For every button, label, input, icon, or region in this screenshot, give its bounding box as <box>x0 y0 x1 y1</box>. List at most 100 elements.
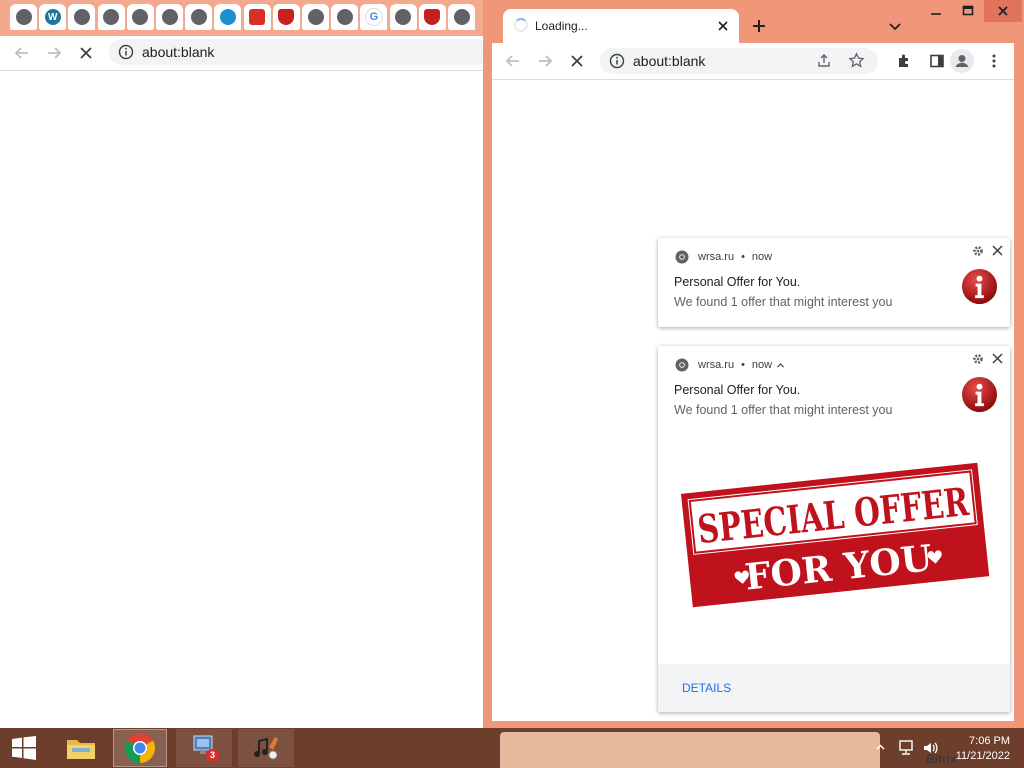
tab-7[interactable] <box>180 4 213 32</box>
special-offer-stamp: SPECIAL OFFER FOR YOU <box>680 462 990 608</box>
tab-4[interactable] <box>92 4 125 32</box>
start-button[interactable] <box>4 729 44 767</box>
tray-clock[interactable]: 7:06 PM 11/21/2022 <box>956 734 1010 764</box>
tab-8[interactable] <box>209 4 242 32</box>
close-icon[interactable] <box>991 244 1004 257</box>
notification-count-badge: 3 <box>206 749 219 762</box>
separator-dot: • <box>741 251 745 263</box>
clock-time: 7:06 PM <box>969 735 1010 747</box>
extensions-icon[interactable] <box>897 53 913 69</box>
gear-icon[interactable] <box>972 245 984 257</box>
info-badge-icon <box>961 268 998 305</box>
forward-arrow-icon <box>48 47 62 59</box>
address-bar[interactable]: about:blank <box>109 39 483 65</box>
forward-button[interactable] <box>534 50 556 72</box>
info-icon <box>609 53 625 69</box>
globe-icon <box>336 9 353 25</box>
notification-origin: wrsa.ru <box>698 251 735 263</box>
globe-icon <box>73 9 90 25</box>
notification-actions: DETAILS <box>658 664 1010 712</box>
address-bar-url: about:blank <box>142 44 215 60</box>
bird-icon <box>219 9 236 25</box>
notification-card-2[interactable]: wrsa.ru • now Personal Offer for You. We… <box>658 346 1010 712</box>
close-icon <box>998 6 1008 16</box>
chrome-icon <box>675 358 689 372</box>
separator-dot: • <box>741 359 745 371</box>
tab-3[interactable] <box>63 4 96 32</box>
tab-6[interactable] <box>151 4 183 32</box>
stop-x-icon <box>571 55 583 67</box>
tab-loading[interactable]: Loading... <box>503 9 739 43</box>
tab-search-button[interactable] <box>887 18 903 34</box>
chevron-down-icon <box>889 23 901 31</box>
globe-icon <box>453 9 470 25</box>
maximize-icon <box>962 5 974 16</box>
tab-10[interactable] <box>267 4 300 32</box>
stop-button[interactable] <box>75 42 97 64</box>
globe-icon <box>132 9 149 25</box>
notification-time: now <box>751 251 773 263</box>
profile-avatar-button[interactable] <box>950 49 974 73</box>
music-note-icon <box>254 737 278 760</box>
notification-title: Personal Offer for You. <box>674 275 801 289</box>
folder-icon <box>67 740 95 759</box>
tab-1[interactable] <box>5 4 37 32</box>
forward-button[interactable] <box>43 42 65 64</box>
notification-title: Personal Offer for You. <box>674 383 801 397</box>
tab-close-icon[interactable] <box>715 18 731 34</box>
tray-expand-icon[interactable] <box>876 743 885 752</box>
notification-message: We found 1 offer that might interest you <box>674 403 893 417</box>
address-bar[interactable]: about:blank <box>600 48 878 74</box>
chevron-up-icon[interactable] <box>776 361 785 370</box>
globe-icon <box>395 9 412 25</box>
tab-11[interactable] <box>297 4 329 32</box>
star-icon[interactable] <box>848 52 865 69</box>
minimize-button[interactable] <box>920 0 952 22</box>
side-panel-icon[interactable] <box>929 53 945 69</box>
new-tab-button[interactable] <box>749 16 769 36</box>
minimize-icon <box>931 13 941 15</box>
notification-origin: wrsa.ru <box>698 359 735 371</box>
back-arrow-icon <box>505 55 519 67</box>
file-explorer-button[interactable] <box>54 729 108 767</box>
chrome-logo-icon <box>124 733 156 763</box>
tab-2[interactable]: W <box>34 4 67 32</box>
close-icon[interactable] <box>991 352 1004 365</box>
stop-button[interactable] <box>566 50 588 72</box>
globe-icon <box>307 9 324 25</box>
tab-13[interactable]: G <box>355 4 388 32</box>
tab-12[interactable] <box>326 4 359 32</box>
chrome-taskbar-button[interactable] <box>113 729 167 767</box>
details-button[interactable]: DETAILS <box>682 681 731 695</box>
tab-16[interactable] <box>443 4 475 32</box>
globe-icon <box>190 9 207 25</box>
globe-icon <box>15 9 32 25</box>
plus-icon <box>753 20 765 32</box>
loading-spinner-icon <box>514 18 528 32</box>
maximize-button[interactable] <box>952 0 984 22</box>
share-icon[interactable] <box>816 53 832 69</box>
shield-icon <box>424 9 441 25</box>
network-app-button[interactable]: 3 <box>176 729 232 767</box>
tab-9[interactable] <box>238 4 271 32</box>
left-browser-window: W G about:blank <box>0 0 483 728</box>
media-app-button[interactable] <box>238 729 294 767</box>
bitrix-tray-label: Bitrix <box>926 752 957 766</box>
back-button[interactable] <box>11 42 33 64</box>
stop-x-icon <box>80 47 92 59</box>
info-icon <box>118 44 134 60</box>
chrome-icon <box>675 250 689 264</box>
notification-header: wrsa.ru • now <box>675 250 772 264</box>
close-window-button[interactable] <box>984 0 1022 22</box>
notification-header: wrsa.ru • now <box>675 358 785 372</box>
tab-5[interactable] <box>121 4 154 32</box>
notification-card-1[interactable]: wrsa.ru • now Personal Offer for You. We… <box>658 238 1010 327</box>
address-bar-url: about:blank <box>633 53 706 69</box>
more-menu-icon[interactable] <box>986 53 1002 69</box>
network-tray-icon[interactable] <box>898 740 916 756</box>
back-button[interactable] <box>502 50 524 72</box>
tab-15[interactable] <box>413 4 446 32</box>
tab-14[interactable] <box>384 4 417 32</box>
phone-icon <box>249 9 266 25</box>
gear-icon[interactable] <box>972 353 984 365</box>
